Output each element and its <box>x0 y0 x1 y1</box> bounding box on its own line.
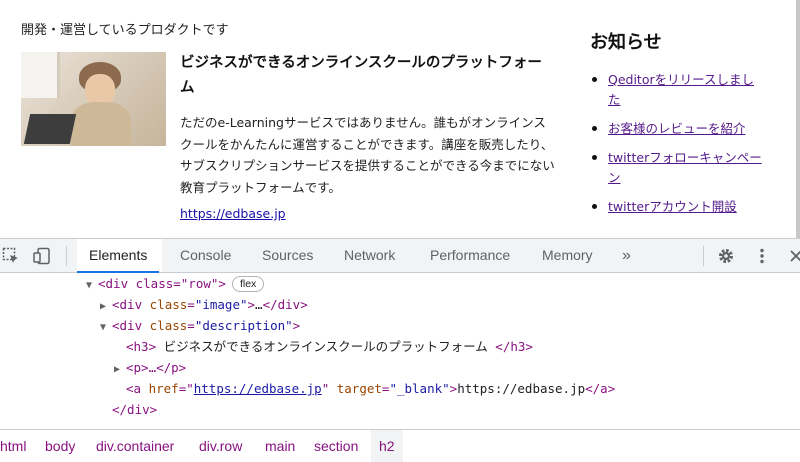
dom-tree: ▼ <div class="row"> flex ▶ <div class="imag… <box>0 273 800 423</box>
expand-arrow-icon[interactable]: ▶ <box>114 359 126 380</box>
product-image <box>21 52 166 146</box>
inspect-element-icon[interactable] <box>2 247 20 265</box>
product-description: ただのe-Learningサービスではありません。誰もがオンラインスクールをかん… <box>180 115 555 195</box>
news-item: お客様のレビューを紹介 <box>590 119 765 139</box>
more-tabs-button[interactable]: » <box>622 239 631 272</box>
dom-node-row[interactable]: ▼ <div class="row"> flex <box>86 273 265 296</box>
products-caption: 開発・運営しているプロダクトです <box>21 23 229 38</box>
news-link[interactable]: Qeditorをリリースしました <box>608 72 754 107</box>
page-scrollbar[interactable] <box>796 0 800 238</box>
news-link[interactable]: twitterアカウント開設 <box>608 199 737 214</box>
tab-console[interactable]: Console <box>180 239 231 272</box>
tab-performance[interactable]: Performance <box>430 239 510 272</box>
news-item: Qeditorをリリースしました <box>590 70 765 110</box>
news-heading: お知らせ <box>590 32 662 53</box>
page-viewport: 開発・運営しているプロダクトです ビジネスができるオンラインスクールのプラットフ… <box>0 0 800 238</box>
gear-icon[interactable] <box>717 247 735 265</box>
dom-node-image[interactable]: ▶ <div class="image">…</div> <box>100 294 308 315</box>
dom-node-h3[interactable]: <h3> ビジネスができるオンラインスクールのプラットフォーム </h3> <box>126 336 533 357</box>
breadcrumb-html[interactable]: html <box>0 430 26 462</box>
dom-node-p[interactable]: ▶ <p>…</p> <box>114 357 186 378</box>
news-item: twitterフォローキャンペーン <box>590 148 765 188</box>
news-link[interactable]: お客様のレビューを紹介 <box>608 121 746 136</box>
collapse-arrow-icon[interactable]: ▼ <box>86 275 98 296</box>
kebab-menu-icon[interactable] <box>753 247 771 265</box>
dom-node-close[interactable]: </div> <box>112 399 157 420</box>
breadcrumb-container[interactable]: div.container <box>96 430 174 462</box>
devtools-panel: Elements Console Sources Network Perform… <box>0 238 800 462</box>
breadcrumb-body[interactable]: body <box>45 430 75 462</box>
breadcrumb-main[interactable]: main <box>265 430 295 462</box>
tab-elements[interactable]: Elements <box>76 239 160 273</box>
news-item: twitterアカウント開設 <box>590 197 765 217</box>
breadcrumb-row[interactable]: div.row <box>199 430 242 462</box>
dom-node-a[interactable]: <a href="https://edbase.jp" target="_bla… <box>126 378 615 399</box>
flex-badge[interactable]: flex <box>231 276 265 292</box>
tab-memory[interactable]: Memory <box>542 239 593 272</box>
expand-arrow-icon[interactable]: ▶ <box>100 296 112 317</box>
breadcrumb: html body div.container div.row main sec… <box>0 429 800 462</box>
devtools-tabbar: Elements Console Sources Network Perform… <box>0 239 800 273</box>
collapse-arrow-icon[interactable]: ▼ <box>100 317 112 338</box>
dom-href-link[interactable]: https://edbase.jp <box>194 381 322 396</box>
breadcrumb-section[interactable]: section <box>314 430 358 462</box>
product-title: ビジネスができるオンラインスクールのプラットフォーム <box>180 55 542 96</box>
product-link[interactable]: https://edbase.jp <box>180 206 286 221</box>
news-link[interactable]: twitterフォローキャンペーン <box>608 150 762 185</box>
tab-network[interactable]: Network <box>344 239 395 272</box>
dom-node-description[interactable]: ▼ <div class="description"> <box>100 315 300 336</box>
tab-sources[interactable]: Sources <box>262 239 313 272</box>
news-list: Qeditorをリリースしました お客様のレビューを紹介 twitterフォロー… <box>590 70 765 226</box>
close-icon[interactable] <box>787 247 800 265</box>
device-toolbar-icon[interactable] <box>33 247 51 265</box>
breadcrumb-h2[interactable]: h2 <box>371 430 403 462</box>
